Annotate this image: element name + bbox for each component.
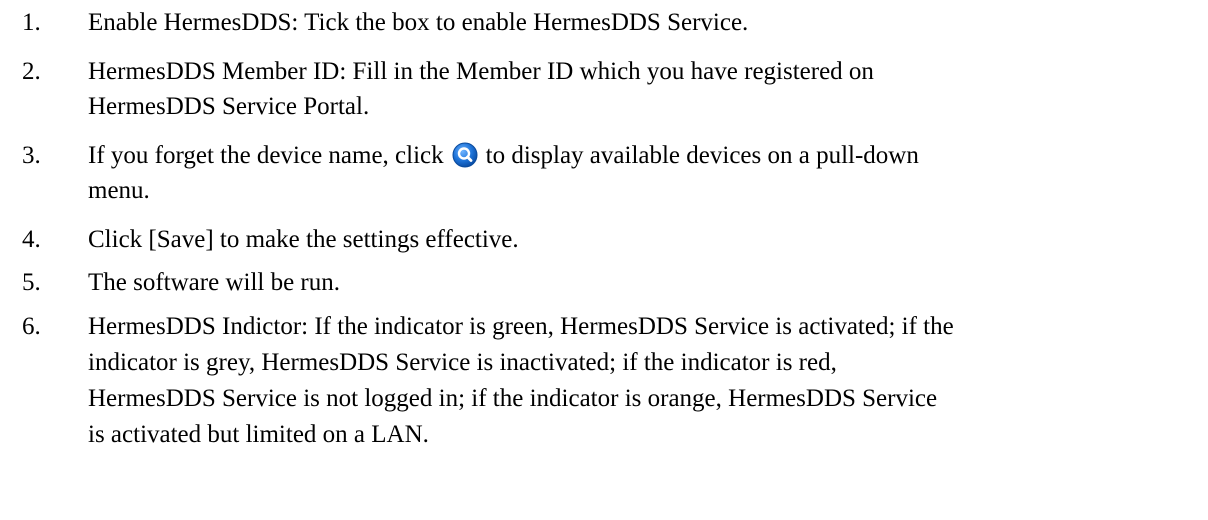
list-item-text: Enable HermesDDS: Tick the box to enable… xyxy=(88,9,749,36)
search-icon xyxy=(448,141,480,171)
list-item-text: If you forget the device name, click xyxy=(88,142,444,169)
list-item-text: to display available devices on a pull-d… xyxy=(485,142,919,169)
list-item-number: 4. xyxy=(22,226,41,253)
list-item-number: 3. xyxy=(22,142,41,169)
list-item-text: HermesDDS Member ID: Fill in the Member … xyxy=(88,58,874,85)
list-item-text: menu. xyxy=(88,177,150,204)
list-item-text: is activated but limited on a LAN. xyxy=(88,421,429,448)
list-item-text-line: If you forget the device name, click to … xyxy=(88,141,919,171)
list-item-number: 5. xyxy=(22,269,41,296)
list-item-text: HermesDDS Indictor: If the indicator is … xyxy=(88,313,954,340)
list-item-text: Click [Save] to make the settings effect… xyxy=(88,226,519,253)
list-item-number: 2. xyxy=(22,58,41,85)
list-item-text: HermesDDS Service is not logged in; if t… xyxy=(88,385,938,412)
list-item-text: HermesDDS Service Portal. xyxy=(88,93,370,120)
list-item-number: 6. xyxy=(22,313,41,340)
list-item-number: 1. xyxy=(22,9,41,36)
list-item-text: The software will be run. xyxy=(88,269,341,296)
list-item-text: indicator is grey, HermesDDS Service is … xyxy=(88,349,837,376)
instruction-list: 1. Enable HermesDDS: Tick the box to ena… xyxy=(0,0,1208,520)
